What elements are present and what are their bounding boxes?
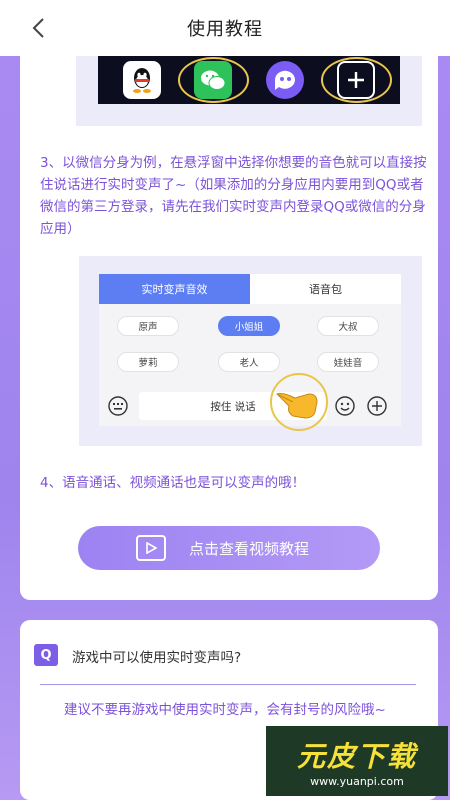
chat-app-icon — [265, 61, 304, 99]
input-row: 按住 说话 — [99, 390, 401, 422]
back-button[interactable] — [26, 14, 50, 42]
voice-changer-mockup: 实时变声音效 语音包 原声 小姐姐 大叔 萝莉 老人 娃娃音 按住 说话 — [79, 256, 422, 446]
app-list-mockup — [76, 56, 422, 126]
plus-icon — [348, 72, 365, 88]
divider — [40, 684, 416, 685]
plus-circle-icon[interactable] — [367, 396, 387, 416]
header-bar: 使用教程 — [0, 0, 450, 56]
faq-question: 游戏中可以使用实时变声吗? — [72, 650, 242, 666]
page-title: 使用教程 — [187, 19, 263, 40]
add-highlight — [320, 57, 392, 103]
voice-chip[interactable]: 大叔 — [317, 316, 379, 336]
play-icon — [136, 535, 166, 561]
faq-answer: 建议不要再游戏中使用实时变声，会有封号的风险哦~ — [64, 702, 386, 718]
tutorial-card: 3、以微信分身为例，在悬浮窗中选择你想要的音色就可以直接按住说话进行实时变声了~… — [20, 56, 438, 600]
voice-chip[interactable]: 原声 — [117, 316, 179, 336]
wechat-highlight — [177, 57, 249, 103]
chevron-left-icon — [32, 18, 44, 38]
watermark-logo: 元皮下载 www.yuanpi.com — [266, 726, 448, 796]
qq-app-icon — [122, 61, 161, 99]
watch-video-tutorial-button[interactable]: 点击查看视频教程 — [78, 526, 380, 570]
question-badge: Q — [34, 644, 58, 666]
voice-tabs: 实时变声音效 语音包 — [99, 274, 401, 304]
wechat-app-icon[interactable] — [194, 61, 233, 99]
add-app-icon[interactable] — [337, 61, 376, 99]
voice-chip-grid: 原声 小姐姐 大叔 萝莉 老人 娃娃音 — [99, 304, 401, 394]
step-3-text: 3、以微信分身为例，在悬浮窗中选择你想要的音色就可以直接按住说话进行实时变声了~… — [40, 155, 427, 237]
emoji-icon[interactable] — [335, 396, 355, 416]
voice-chip[interactable]: 萝莉 — [117, 352, 179, 372]
watermark-title: 元皮下载 — [296, 739, 417, 773]
app-bar — [98, 56, 400, 104]
tab-voice-pack[interactable]: 语音包 — [250, 274, 401, 304]
tab-realtime-effects[interactable]: 实时变声音效 — [99, 274, 250, 304]
voice-chip-selected[interactable]: 小姐姐 — [218, 316, 280, 336]
pointing-hand-icon — [270, 373, 328, 431]
keyboard-icon[interactable] — [108, 396, 128, 416]
watermark-url: www.yuanpi.com — [310, 774, 404, 788]
video-button-label: 点击查看视频教程 — [188, 539, 309, 558]
voice-panel: 实时变声音效 语音包 原声 小姐姐 大叔 萝莉 老人 娃娃音 按住 说话 — [99, 274, 401, 431]
voice-chip[interactable]: 老人 — [218, 352, 280, 372]
voice-chip[interactable]: 娃娃音 — [317, 352, 379, 372]
step-4-text: 4、语音通话、视频通话也是可以变声的哦！ — [40, 475, 306, 491]
